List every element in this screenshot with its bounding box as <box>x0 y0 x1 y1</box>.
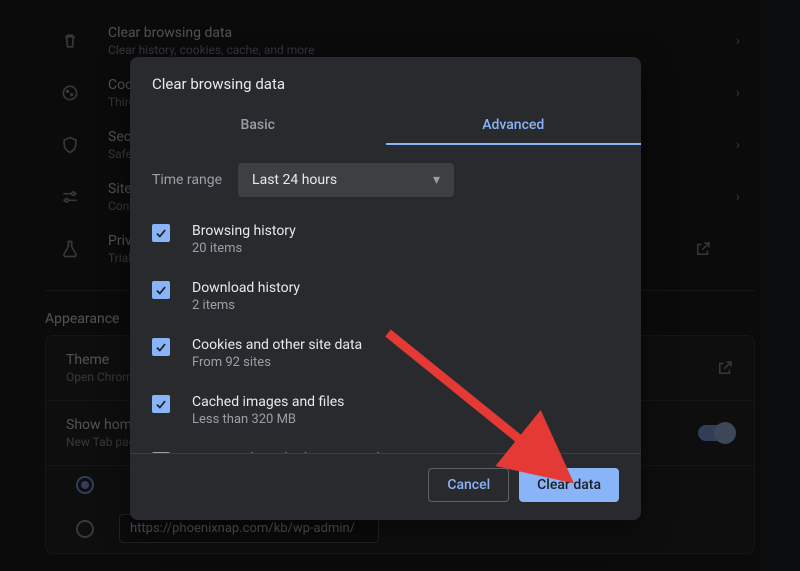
check-desc: From 92 sites <box>192 355 362 370</box>
check-label: Download history <box>192 280 300 296</box>
clear-data-button[interactable]: Clear data <box>519 468 619 502</box>
check-label: Cached images and files <box>192 394 344 410</box>
dialog-body[interactable]: Time range Last 24 hours ▾ Browsing hist… <box>130 145 641 453</box>
time-range-select[interactable]: Last 24 hours ▾ <box>238 163 454 197</box>
clear-browsing-data-dialog: Clear browsing data Basic Advanced Time … <box>130 57 641 520</box>
check-label: Passwords and other sign-in data <box>192 451 400 453</box>
dialog-tabs: Basic Advanced <box>130 107 641 145</box>
dialog-footer: Cancel Clear data <box>130 453 641 520</box>
check-row[interactable]: Cookies and other site data From 92 sites <box>152 329 617 386</box>
check-desc: Less than 320 MB <box>192 412 344 427</box>
checkbox[interactable] <box>152 338 170 356</box>
checkbox[interactable] <box>152 224 170 242</box>
checkbox[interactable] <box>152 281 170 299</box>
tab-advanced[interactable]: Advanced <box>386 107 642 145</box>
checkbox[interactable] <box>152 395 170 413</box>
dialog-title: Clear browsing data <box>130 57 641 107</box>
time-range-label: Time range <box>152 172 222 188</box>
caret-down-icon: ▾ <box>433 172 440 188</box>
check-desc: 2 items <box>192 298 300 313</box>
check-label: Cookies and other site data <box>192 337 362 353</box>
tab-basic[interactable]: Basic <box>130 107 386 145</box>
check-row[interactable]: Passwords and other sign-in dataNone <box>152 443 617 453</box>
time-range-value: Last 24 hours <box>252 172 337 188</box>
checkbox[interactable] <box>152 452 170 453</box>
check-row[interactable]: Cached images and files Less than 320 MB <box>152 386 617 443</box>
check-desc: 20 items <box>192 241 296 256</box>
check-row[interactable]: Download history 2 items <box>152 272 617 329</box>
check-row[interactable]: Browsing history 20 items <box>152 215 617 272</box>
check-label: Browsing history <box>192 223 296 239</box>
cancel-button[interactable]: Cancel <box>428 468 509 502</box>
